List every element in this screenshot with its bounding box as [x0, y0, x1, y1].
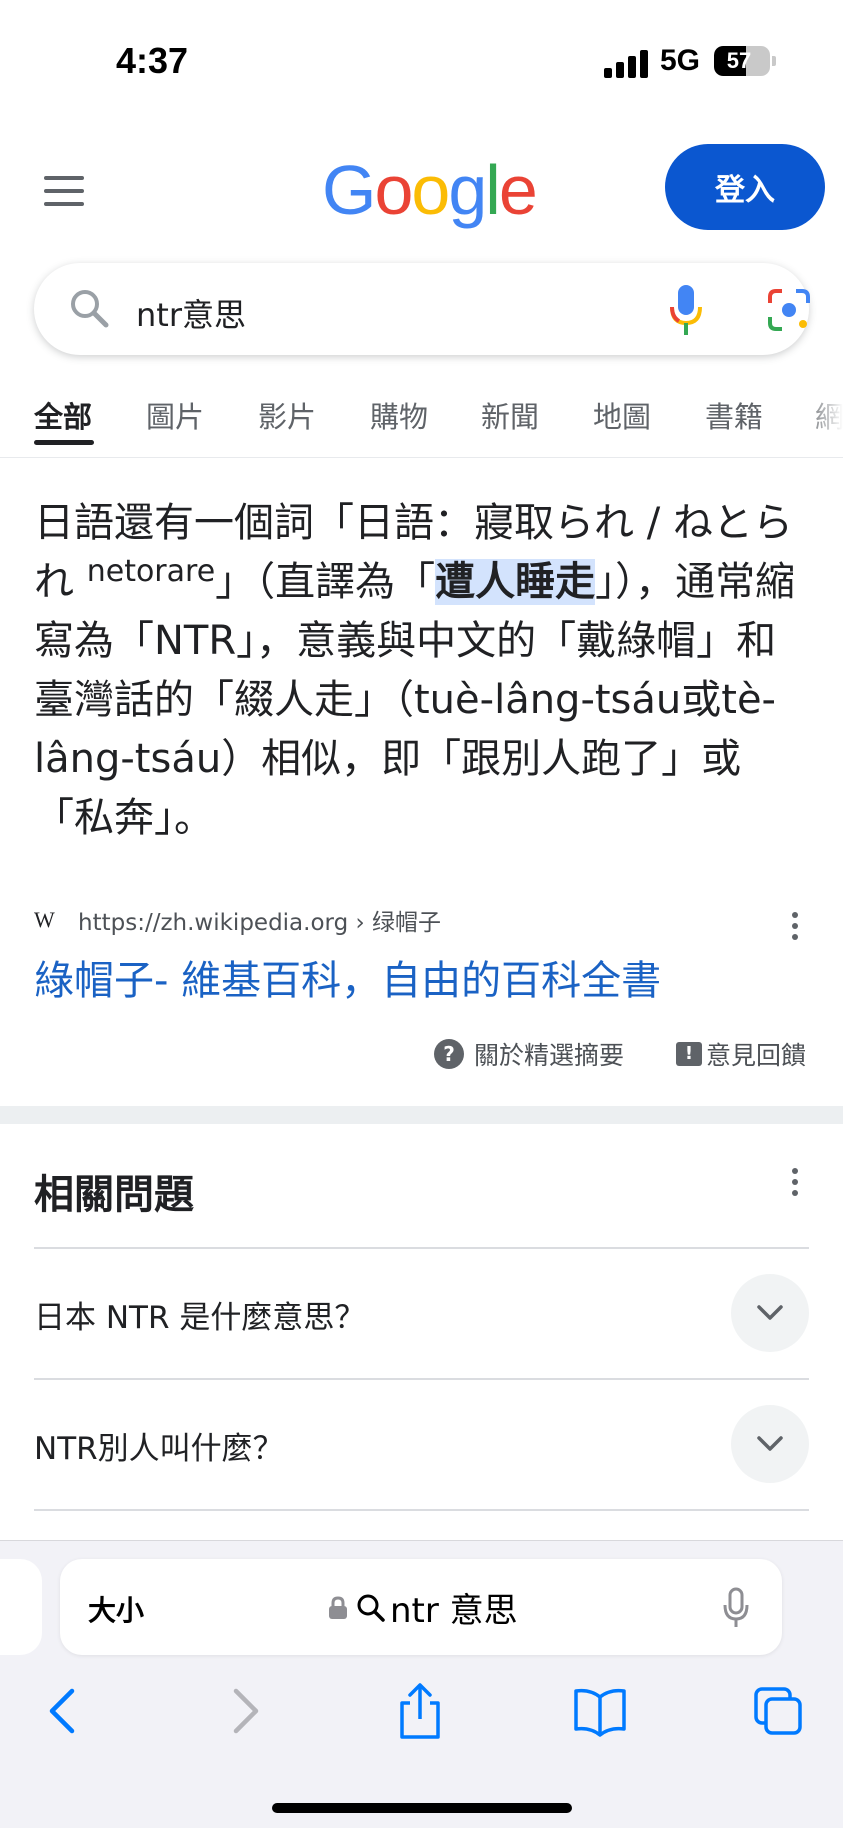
feedback-icon: !: [676, 1042, 702, 1066]
address-bar[interactable]: 大小 ntr 意思: [60, 1559, 782, 1655]
lock-icon: [329, 1595, 347, 1619]
home-indicator: [272, 1803, 572, 1813]
search-tabs: 全部 圖片 影片 購物 新聞 地圖 書籍 網: [0, 380, 843, 458]
network-type: 5G: [660, 44, 701, 77]
snippet-highlight: 遭人睡走: [435, 559, 596, 605]
feedback-label: 意見回饋: [706, 1041, 807, 1070]
tab-videos[interactable]: 影片: [258, 394, 316, 436]
snippet-text-2: 」（直譯為「: [215, 559, 436, 605]
lens-icon[interactable]: [766, 287, 812, 333]
hamburger-icon[interactable]: [44, 176, 84, 206]
question-divider: [34, 1509, 809, 1511]
signin-button[interactable]: 登入: [665, 144, 825, 230]
result-more-icon[interactable]: [790, 912, 800, 944]
related-questions-heading: 相關問題: [34, 1172, 194, 1218]
chevron-down-icon[interactable]: [731, 1274, 809, 1352]
google-logo[interactable]: Google: [322, 150, 538, 230]
feedback-button[interactable]: ! 意見回饋: [676, 1036, 806, 1072]
related-more-icon[interactable]: [790, 1168, 800, 1200]
related-question-2[interactable]: NTR別人叫什麼？: [34, 1379, 809, 1509]
signal-icon: [604, 50, 648, 78]
search-box[interactable]: ntr意思: [34, 263, 812, 355]
featured-snippet: 日語還有一個詞「日語：寢取られ / ねとられ netorare」（直譯為「遭人睡…: [34, 494, 814, 848]
logo-letter: o: [411, 151, 450, 229]
browser-toolbar: 大小 ntr 意思: [0, 1540, 843, 1828]
result-url[interactable]: https://zh.wikipedia.org › 绿帽子: [78, 903, 441, 937]
logo-letter: e: [498, 151, 538, 229]
snippet-romaji: netorare: [86, 554, 216, 589]
share-icon[interactable]: [396, 1681, 444, 1741]
address-field[interactable]: ntr 意思: [328, 1583, 518, 1632]
logo-letter: G: [322, 151, 376, 229]
result-source[interactable]: W https://zh.wikipedia.org › 绿帽子: [34, 902, 441, 938]
tab-all[interactable]: 全部: [34, 394, 92, 436]
mic-icon[interactable]: [666, 283, 706, 337]
mic-icon[interactable]: [722, 1587, 750, 1629]
tab-books[interactable]: 書籍: [705, 394, 763, 436]
bookmarks-icon[interactable]: [572, 1681, 628, 1741]
related-question-1[interactable]: 日本 NTR 是什麼意思？: [34, 1248, 809, 1378]
chevron-down-icon[interactable]: [731, 1405, 809, 1483]
battery-tip: [772, 56, 776, 66]
tab-news[interactable]: 新聞: [481, 394, 539, 436]
tab-maps[interactable]: 地圖: [593, 394, 651, 436]
wikipedia-icon: W: [34, 907, 55, 932]
previous-tab-preview[interactable]: [0, 1559, 42, 1655]
forward-icon[interactable]: [228, 1681, 264, 1741]
logo-letter: g: [448, 151, 487, 229]
search-icon: [357, 1594, 385, 1622]
tab-shopping[interactable]: 購物: [370, 394, 428, 436]
question-text: NTR別人叫什麼？: [34, 1431, 284, 1467]
address-text: ntr 意思: [390, 1591, 518, 1631]
logo-letter: o: [374, 151, 413, 229]
about-snippet-button[interactable]: ? 關於精選摘要: [434, 1036, 624, 1072]
question-text: 日本 NTR 是什麼意思？: [34, 1300, 366, 1336]
active-tab-indicator: [34, 440, 94, 445]
about-label: 關於精選摘要: [474, 1041, 625, 1070]
battery-icon: 57: [714, 46, 770, 76]
tabs-icon[interactable]: [752, 1681, 804, 1741]
search-icon[interactable]: [66, 285, 112, 331]
status-bar: 4:37 5G 57: [0, 0, 843, 120]
section-divider: [0, 1106, 843, 1124]
back-icon[interactable]: [44, 1681, 80, 1741]
result-title-link[interactable]: 綠帽子- 維基百科，自由的百科全書: [34, 948, 661, 1006]
search-input[interactable]: ntr意思: [136, 290, 246, 336]
logo-letter: l: [485, 151, 501, 229]
help-icon: ?: [434, 1039, 464, 1069]
clock: 4:37: [116, 40, 189, 81]
text-size-button[interactable]: 大小: [88, 1589, 144, 1629]
tab-images[interactable]: 圖片: [146, 394, 204, 436]
tab-fade: [803, 380, 843, 450]
battery-level: 57: [726, 48, 752, 73]
